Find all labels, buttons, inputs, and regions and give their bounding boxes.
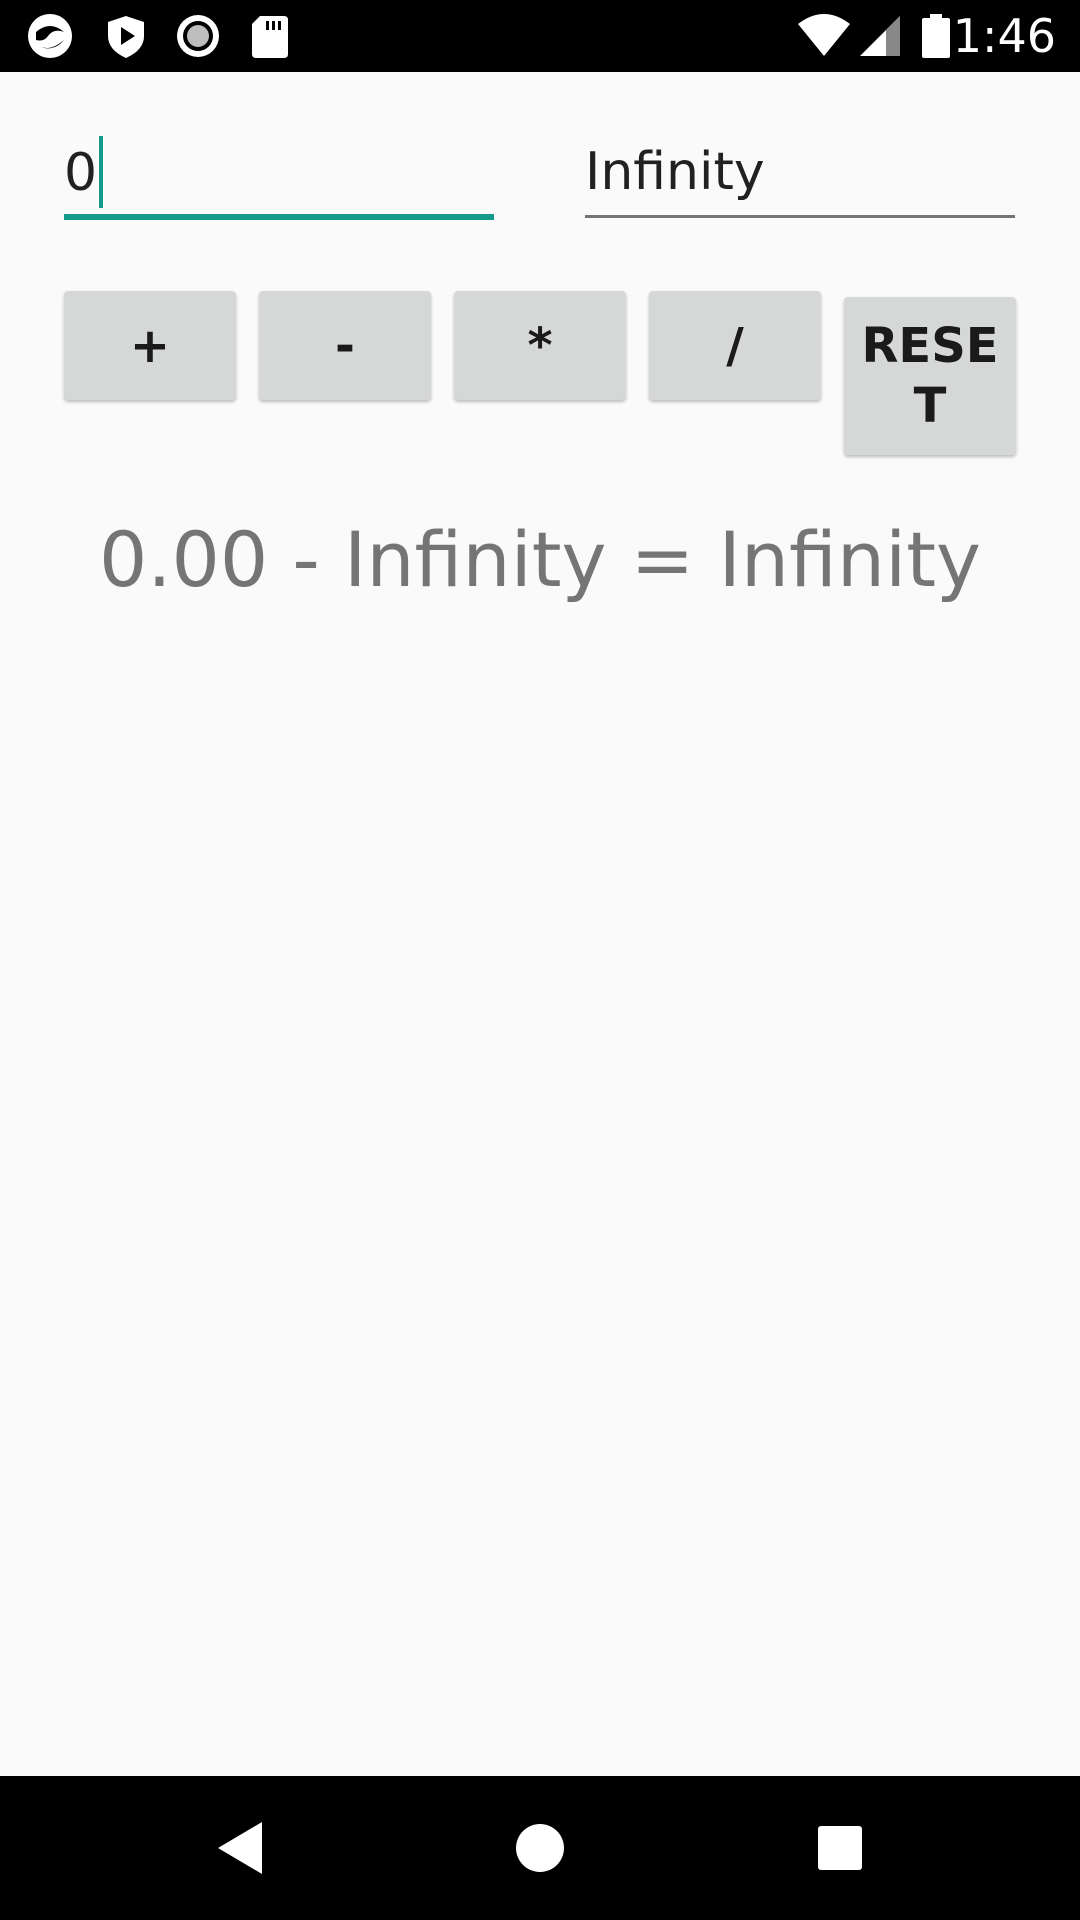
first-number-field[interactable]: 0 bbox=[64, 130, 494, 220]
shield-play-icon bbox=[108, 16, 144, 58]
text-cursor bbox=[99, 136, 104, 208]
home-icon[interactable] bbox=[496, 1804, 584, 1892]
record-icon bbox=[177, 15, 219, 57]
app-icon bbox=[28, 14, 72, 58]
navigation-bar bbox=[0, 1776, 1080, 1920]
status-bar: 1:46 bbox=[0, 0, 1080, 72]
first-number-underline bbox=[64, 214, 494, 220]
first-number-value: 0 bbox=[64, 136, 104, 208]
multiply-button[interactable]: * bbox=[454, 291, 626, 400]
subtract-button[interactable]: - bbox=[259, 291, 431, 400]
battery-icon bbox=[922, 14, 950, 58]
second-number-underline bbox=[585, 215, 1015, 218]
result-text: 0.00 - Infinity = Infinity bbox=[99, 515, 981, 604]
divide-button[interactable]: / bbox=[649, 291, 821, 400]
add-button[interactable]: + bbox=[64, 291, 236, 400]
cell-signal-icon bbox=[860, 16, 900, 56]
second-number-field[interactable]: Infinity bbox=[585, 130, 1015, 220]
back-icon[interactable] bbox=[196, 1804, 284, 1892]
sd-card-icon bbox=[252, 16, 288, 58]
recents-icon[interactable] bbox=[796, 1804, 884, 1892]
first-number-text: 0 bbox=[64, 143, 98, 203]
clock: 1:46 bbox=[952, 9, 1056, 63]
wifi-icon bbox=[798, 14, 850, 56]
reset-button[interactable]: RESET bbox=[844, 297, 1016, 455]
second-number-value: Infinity bbox=[585, 142, 765, 202]
